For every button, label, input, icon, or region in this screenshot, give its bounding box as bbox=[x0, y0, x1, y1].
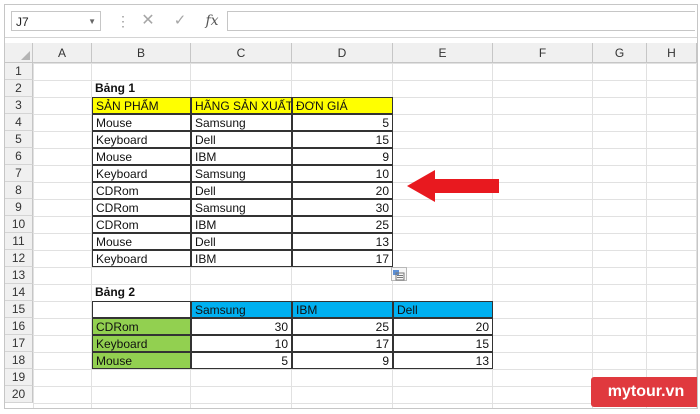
table1-cell[interactable]: 15 bbox=[292, 131, 393, 148]
formula-input[interactable] bbox=[227, 11, 695, 31]
row-header-2[interactable]: 2 bbox=[5, 80, 33, 97]
table2-cell[interactable]: 13 bbox=[393, 352, 493, 369]
name-box[interactable]: J7 ▼ bbox=[11, 11, 101, 31]
row-header-16[interactable]: 16 bbox=[5, 318, 33, 335]
row-header-10[interactable]: 10 bbox=[5, 216, 33, 233]
table1-cell[interactable]: IBM bbox=[191, 216, 292, 233]
table2-cell[interactable]: 20 bbox=[393, 318, 493, 335]
table2-cell[interactable]: 25 bbox=[292, 318, 393, 335]
table1-cell[interactable]: 20 bbox=[292, 182, 393, 199]
row-header-18[interactable]: 18 bbox=[5, 352, 33, 369]
table1-cell[interactable]: Mouse bbox=[92, 114, 191, 131]
row-header-13[interactable]: 13 bbox=[5, 267, 33, 284]
row-header-7[interactable]: 7 bbox=[5, 165, 33, 182]
table2-corner-cell[interactable] bbox=[92, 301, 191, 318]
table1-cell[interactable]: CDRom bbox=[92, 216, 191, 233]
row-header-5[interactable]: 5 bbox=[5, 131, 33, 148]
insert-function-button[interactable]: fx bbox=[203, 11, 221, 31]
row-header-9[interactable]: 9 bbox=[5, 199, 33, 216]
close-icon[interactable]: ✕ bbox=[139, 11, 157, 31]
table1-cell[interactable]: 17 bbox=[292, 250, 393, 267]
table1-cell[interactable]: Samsung bbox=[191, 114, 292, 131]
column-header-b[interactable]: B bbox=[92, 43, 191, 63]
table2-cell[interactable]: 15 bbox=[393, 335, 493, 352]
column-header-e[interactable]: E bbox=[393, 43, 493, 63]
row-header-15[interactable]: 15 bbox=[5, 301, 33, 318]
table1-cell[interactable]: IBM bbox=[191, 250, 292, 267]
table2-header-cell[interactable]: IBM bbox=[292, 301, 393, 318]
table1-cell[interactable]: Dell bbox=[191, 131, 292, 148]
name-box-value: J7 bbox=[16, 15, 29, 29]
table1-cell[interactable]: Dell bbox=[191, 182, 292, 199]
row-header-19[interactable]: 19 bbox=[5, 369, 33, 386]
column-header-d[interactable]: D bbox=[292, 43, 393, 63]
table1-cell[interactable]: 10 bbox=[292, 165, 393, 182]
more-options-icon[interactable]: ⋮ bbox=[116, 11, 130, 31]
table2-header-cell[interactable]: Samsung bbox=[191, 301, 292, 318]
table2-title[interactable]: Bảng 2 bbox=[92, 284, 191, 301]
row-header-8[interactable]: 8 bbox=[5, 182, 33, 199]
table2-row-label[interactable]: Mouse bbox=[92, 352, 191, 369]
table1-cell[interactable]: Dell bbox=[191, 233, 292, 250]
row-header-4[interactable]: 4 bbox=[5, 114, 33, 131]
table1-header-cell[interactable]: ĐƠN GIÁ bbox=[292, 97, 393, 114]
table2-row-label[interactable]: Keyboard bbox=[92, 335, 191, 352]
arrow-left-icon bbox=[407, 170, 499, 202]
row-header-6[interactable]: 6 bbox=[5, 148, 33, 165]
column-header-f[interactable]: F bbox=[493, 43, 593, 63]
table1-cell[interactable]: Mouse bbox=[92, 148, 191, 165]
table1-cell[interactable]: Mouse bbox=[92, 233, 191, 250]
row-header-3[interactable]: 3 bbox=[5, 97, 33, 114]
table1-cell[interactable]: 13 bbox=[292, 233, 393, 250]
row-header-14[interactable]: 14 bbox=[5, 284, 33, 301]
table1-cell[interactable]: 25 bbox=[292, 216, 393, 233]
row-header-1[interactable]: 1 bbox=[5, 63, 33, 80]
table2-row-label[interactable]: CDRom bbox=[92, 318, 191, 335]
table1-title[interactable]: Bảng 1 bbox=[92, 80, 191, 97]
table1-cell[interactable]: 9 bbox=[292, 148, 393, 165]
row-header-20[interactable]: 20 bbox=[5, 386, 33, 403]
table1-cell[interactable]: Keyboard bbox=[92, 131, 191, 148]
column-header-h[interactable]: H bbox=[647, 43, 697, 63]
select-all-corner[interactable] bbox=[5, 43, 33, 63]
table1-cell[interactable]: Samsung bbox=[191, 165, 292, 182]
chevron-down-icon[interactable]: ▼ bbox=[88, 12, 96, 32]
table1-header-cell[interactable]: HÃNG SẢN XUẤT bbox=[191, 97, 292, 114]
table1-cell[interactable]: CDRom bbox=[92, 182, 191, 199]
table1-cell[interactable]: IBM bbox=[191, 148, 292, 165]
check-icon[interactable]: ✓ bbox=[171, 11, 189, 31]
excel-window: J7 ▼ ⋮ ✕ ✓ fx ABCDEFGH 1 2 3 4 5 6 7 8 9 10 11 12 13… bbox=[4, 4, 698, 409]
table2-cell[interactable]: 5 bbox=[191, 352, 292, 369]
table1-cell[interactable]: Keyboard bbox=[92, 250, 191, 267]
table1-cell[interactable]: Keyboard bbox=[92, 165, 191, 182]
table1-header-cell[interactable]: SẢN PHẨM bbox=[92, 97, 191, 114]
column-header-g[interactable]: G bbox=[593, 43, 647, 63]
table2-cell[interactable]: 9 bbox=[292, 352, 393, 369]
paste-options-icon[interactable] bbox=[391, 267, 407, 281]
table2-cell[interactable]: 30 bbox=[191, 318, 292, 335]
table1-cell[interactable]: CDRom bbox=[92, 199, 191, 216]
row-header-11[interactable]: 11 bbox=[5, 233, 33, 250]
column-header-a[interactable]: A bbox=[33, 43, 92, 63]
column-header-c[interactable]: C bbox=[191, 43, 292, 63]
formula-bar: J7 ▼ ⋮ ✕ ✓ fx bbox=[5, 5, 697, 38]
table2-cell[interactable]: 17 bbox=[292, 335, 393, 352]
table1-cell[interactable]: 30 bbox=[292, 199, 393, 216]
table2-header-cell[interactable]: Dell bbox=[393, 301, 493, 318]
table2-cell[interactable]: 10 bbox=[191, 335, 292, 352]
row-header-12[interactable]: 12 bbox=[5, 250, 33, 267]
row-header-17[interactable]: 17 bbox=[5, 335, 33, 352]
mytour-logo: mytour.vn bbox=[591, 377, 697, 407]
table1-cell[interactable]: Samsung bbox=[191, 199, 292, 216]
table1-cell[interactable]: 5 bbox=[292, 114, 393, 131]
